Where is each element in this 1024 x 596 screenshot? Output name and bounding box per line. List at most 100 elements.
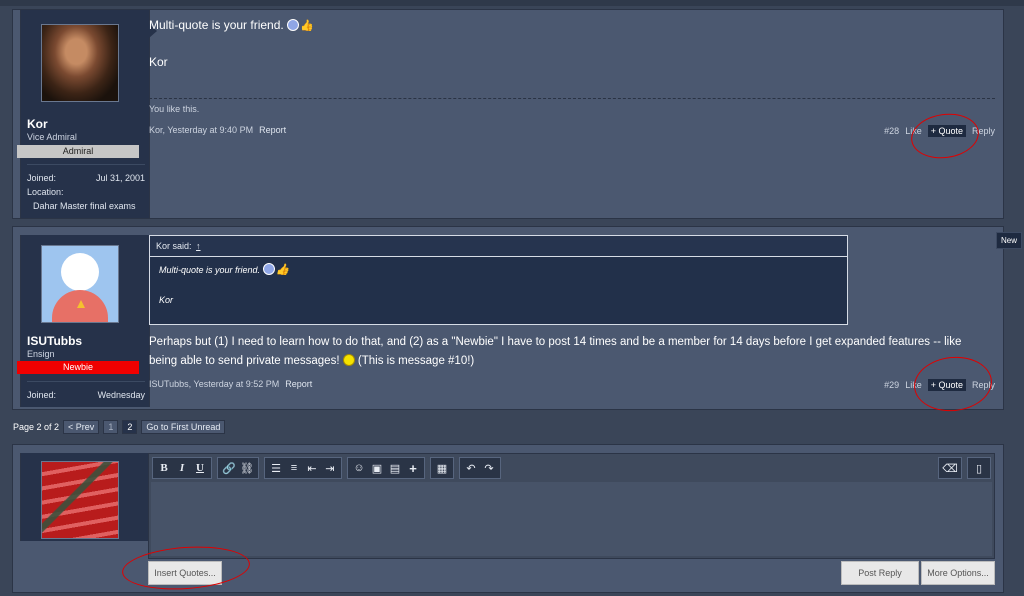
post-28: Kor Vice Admiral Admiral Joined: Jul 31, … — [12, 9, 1004, 219]
image-icon[interactable]: ▣ — [368, 459, 386, 477]
like-link[interactable]: Like — [905, 126, 922, 136]
quote-attribution: Kor said: ↑ — [150, 236, 847, 257]
bullet-list-icon[interactable]: ☰ — [267, 459, 285, 477]
smilies-icon[interactable]: ☺ — [350, 459, 368, 477]
more-options-button[interactable]: More Options... — [921, 561, 995, 585]
message-line: Multi-quote is your friend. — [149, 18, 284, 32]
message-line: being able to send private messages! — [149, 355, 340, 367]
source-group: ▯ — [967, 457, 991, 479]
remove-format-icon[interactable]: ⌫ — [941, 459, 959, 477]
link-group: 🔗 ⛓ — [217, 457, 259, 479]
likes-summary: You like this. — [149, 98, 995, 114]
post-number[interactable]: #28 — [884, 126, 899, 136]
avatar[interactable] — [41, 245, 119, 323]
eraser-group: ⌫ — [938, 457, 962, 479]
save-draft-icon[interactable]: ▦ — [433, 459, 451, 477]
first-unread-button[interactable]: Go to First Unread — [141, 420, 226, 434]
likes-text[interactable]: You like this. — [149, 104, 199, 114]
message-signature: Kor — [149, 55, 168, 69]
joined-label: Joined: — [27, 173, 57, 183]
avatar-badge-icon — [77, 300, 85, 308]
reply-editor[interactable]: B I U 🔗 ⛓ ☰ ≡ ⇤ ⇥ ☺ ▣ ▤ + ▦ ↶ ↷ ⌫ ▯ — [148, 453, 995, 559]
undo-icon[interactable]: ↶ — [462, 459, 480, 477]
quote-body: Multi-quote is your friend. 👍 Kor — [150, 257, 847, 314]
user-banner: Newbie — [17, 361, 139, 374]
media-icon[interactable]: ▤ — [386, 459, 404, 477]
joined-value: Wednesday — [97, 390, 145, 400]
insert-quotes-button[interactable]: Insert Quotes... — [148, 561, 222, 585]
user-extra-info: Joined: Wednesday — [27, 381, 145, 402]
report-link[interactable]: Report — [285, 379, 312, 389]
message-area: Multi-quote is your friend. 👍 Kor You li… — [149, 16, 995, 212]
user-banner: Admiral — [17, 145, 139, 158]
redo-icon[interactable]: ↷ — [480, 459, 498, 477]
message-area: Kor said: ↑ Multi-quote is your friend. … — [149, 235, 995, 403]
page-label: Page 2 of 2 — [13, 422, 60, 432]
location-label: Location: — [27, 187, 64, 197]
numbered-list-icon[interactable]: ≡ — [285, 459, 303, 477]
reply-link[interactable]: Reply — [972, 126, 995, 136]
underline-button[interactable]: U — [191, 459, 209, 477]
reply-text-area[interactable] — [151, 482, 992, 556]
thumbs-up-icon: 👍 — [300, 20, 314, 32]
message-body: Multi-quote is your friend. 👍 Kor — [149, 16, 995, 72]
user-title: Vice Admiral — [27, 132, 77, 142]
user-info-panel: ISUTubbs Ensign Newbie Joined: Wednesday — [17, 235, 157, 407]
location-value[interactable]: Dahar Master final exams — [33, 199, 136, 213]
joined-label: Joined: — [27, 390, 57, 400]
smiley-icon — [262, 263, 275, 275]
page-1-link[interactable]: 1 — [103, 420, 119, 434]
italic-button[interactable]: I — [173, 459, 191, 477]
quote-signature: Kor — [159, 295, 174, 305]
quote-line: Multi-quote is your friend. — [159, 265, 261, 275]
save-group: ▦ — [430, 457, 454, 479]
author-date[interactable]: Kor, Yesterday at 9:40 PM — [149, 125, 253, 135]
message-meta: Kor, Yesterday at 9:40 PM Report #28 Like… — [149, 125, 995, 139]
quote-jump-link[interactable]: ↑ — [196, 241, 201, 251]
unlink-icon[interactable]: ⛓ — [238, 459, 256, 477]
bold-button[interactable]: B — [155, 459, 173, 477]
avatar[interactable] — [41, 24, 119, 102]
prev-page-button[interactable]: < Prev — [63, 420, 100, 434]
report-link[interactable]: Report — [259, 125, 286, 135]
reply-link[interactable]: Reply — [972, 380, 995, 390]
post-reply-button[interactable]: Post Reply — [841, 561, 919, 585]
smiley-icon — [287, 19, 300, 31]
username[interactable]: Kor — [27, 117, 48, 131]
page-navigation: Page 2 of 2 < Prev 1 2 Go to First Unrea… — [13, 419, 226, 435]
like-link[interactable]: Like — [905, 380, 922, 390]
user-info-panel — [20, 453, 157, 541]
post-29: ISUTubbs Ensign Newbie Joined: Wednesday … — [12, 226, 1004, 415]
outdent-icon[interactable]: ⇤ — [303, 459, 321, 477]
message-meta: ISUTubbs, Yesterday at 9:52 PM Report #29… — [149, 379, 995, 393]
user-title: Ensign — [27, 349, 55, 359]
insert-group: ☺ ▣ ▤ + — [347, 457, 425, 479]
thumbs-up-icon: 👍 — [275, 264, 290, 276]
avatar[interactable] — [41, 461, 119, 539]
list-group: ☰ ≡ ⇤ ⇥ — [264, 457, 342, 479]
avatar-head — [61, 253, 99, 291]
page-2-current[interactable]: 2 — [122, 420, 138, 434]
message-line: Perhaps but (1) I need to learn how to d… — [149, 336, 962, 348]
user-extra-info: Joined: Jul 31, 2001 Location: Dahar Mast… — [27, 164, 145, 213]
new-tag: New — [995, 232, 1022, 249]
format-group: B I U — [152, 457, 212, 479]
quote-button[interactable]: + Quote — [927, 379, 966, 391]
history-group: ↶ ↷ — [459, 457, 501, 479]
smiley-icon — [342, 354, 355, 366]
message-line: (This is message #10!) — [357, 355, 475, 367]
quote-block: Kor said: ↑ Multi-quote is your friend. … — [149, 235, 848, 325]
user-info-panel: Kor Vice Admiral Admiral Joined: Jul 31, … — [17, 10, 157, 218]
joined-value: Jul 31, 2001 — [95, 173, 145, 183]
link-icon[interactable]: 🔗 — [220, 459, 238, 477]
username[interactable]: ISUTubbs — [27, 334, 82, 348]
top-strip — [0, 0, 1024, 6]
indent-icon[interactable]: ⇥ — [321, 459, 339, 477]
author-date[interactable]: ISUTubbs, Yesterday at 9:52 PM — [149, 379, 279, 389]
toggle-source-icon[interactable]: ▯ — [970, 459, 988, 477]
quote-button[interactable]: + Quote — [927, 125, 966, 137]
post-number[interactable]: #29 — [884, 380, 899, 390]
insert-more-icon[interactable]: + — [404, 459, 422, 477]
editor-toolbar: B I U 🔗 ⛓ ☰ ≡ ⇤ ⇥ ☺ ▣ ▤ + ▦ ↶ ↷ ⌫ ▯ — [149, 454, 994, 480]
message-body: Perhaps but (1) I need to learn how to d… — [149, 333, 995, 371]
